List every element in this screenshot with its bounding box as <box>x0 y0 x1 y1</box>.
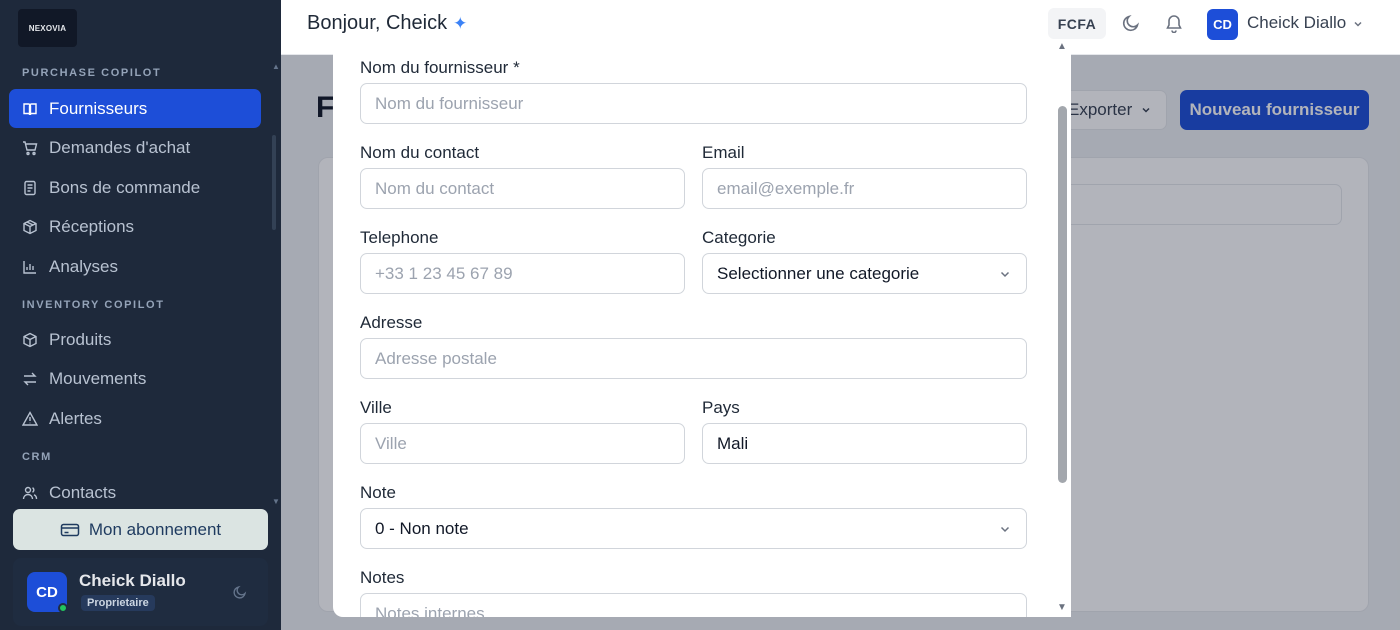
app-logo[interactable]: NEXOVIA <box>18 9 77 47</box>
sidebar-scroll-up-arrow[interactable]: ▲ <box>272 62 280 71</box>
email-field[interactable]: email@exemple.fr <box>702 168 1027 209</box>
section-title-purchase: PURCHASE COPILOT <box>22 67 162 79</box>
sidebar-item-mouvements[interactable]: Mouvements <box>9 359 261 398</box>
sidebar-item-alertes[interactable]: Alertes <box>9 399 261 438</box>
country-label: Pays <box>702 398 740 417</box>
currency-selector[interactable]: FCFA <box>1048 8 1106 39</box>
address-label: Adresse <box>360 313 423 332</box>
sidebar-item-label: Produits <box>49 329 112 349</box>
notes-textarea[interactable]: Notes internes... <box>360 593 1027 617</box>
sidebar-item-receptions[interactable]: Réceptions <box>9 207 261 246</box>
moon-icon[interactable] <box>1121 13 1141 33</box>
online-status-dot <box>58 603 68 613</box>
sidebar-item-label: Contacts <box>49 482 117 502</box>
sidebar-item-label: Mouvements <box>49 368 147 388</box>
warning-icon <box>22 410 38 427</box>
contact-name-input[interactable]: Nom du contact <box>360 168 685 209</box>
sidebar-item-analyses[interactable]: Analyses <box>9 247 261 286</box>
category-label: Categorie <box>702 228 776 247</box>
sidebar-item-produits[interactable]: Produits <box>9 320 261 359</box>
category-value: Selectionner une categorie <box>717 263 920 283</box>
chart-icon <box>22 259 38 275</box>
scroll-up-arrow[interactable]: ▲ <box>1056 41 1068 52</box>
phone-label: Telephone <box>360 228 439 247</box>
chevron-down-icon <box>998 267 1012 281</box>
avatar[interactable]: CD <box>1207 9 1238 40</box>
sidebar-item-demandes[interactable]: Demandes d'achat <box>9 128 261 167</box>
category-select[interactable]: Selectionner une categorie <box>702 253 1027 294</box>
sidebar-user-card[interactable]: CD Cheick Diallo Proprietaire <box>13 558 268 626</box>
subscription-button[interactable]: Mon abonnement <box>13 509 268 550</box>
subscription-label: Mon abonnement <box>88 519 222 539</box>
city-label: Ville <box>360 398 392 417</box>
users-icon <box>22 485 38 501</box>
bell-icon[interactable] <box>1164 13 1184 34</box>
rating-select[interactable]: 0 - Non note <box>360 508 1027 549</box>
scroll-down-arrow[interactable]: ▼ <box>1056 602 1068 613</box>
notes-label: Notes <box>360 568 405 587</box>
sidebar-item-label: Demandes d'achat <box>49 137 191 157</box>
email-label: Email <box>702 143 745 162</box>
supplier-name-input[interactable]: Nom du fournisseur <box>360 83 1027 124</box>
sidebar-item-label: Bons de commande <box>49 177 201 197</box>
greeting-text: Bonjour, Cheick <box>307 12 448 34</box>
country-input[interactable]: Mali <box>702 423 1027 464</box>
address-input[interactable]: Adresse postale <box>360 338 1027 379</box>
chevron-down-icon[interactable] <box>1352 17 1364 29</box>
arrows-icon <box>22 371 38 387</box>
moon-icon[interactable] <box>232 584 248 600</box>
sidebar-scroll-down-arrow[interactable]: ▼ <box>272 497 280 506</box>
sidebar-item-fournisseurs[interactable]: Fournisseurs <box>9 89 261 128</box>
sidebar-scrollbar[interactable] <box>272 135 276 230</box>
user-role-badge: Proprietaire <box>81 595 155 611</box>
city-input[interactable]: Ville <box>360 423 685 464</box>
greeting: Bonjour, Cheick ✦ <box>307 12 467 35</box>
section-title-inventory: INVENTORY COPILOT <box>22 299 165 311</box>
book-icon <box>22 101 38 117</box>
package-icon <box>22 219 38 235</box>
sidebar: NEXOVIA PURCHASE COPILOT Fournisseurs De… <box>0 0 281 630</box>
user-name: Cheick Diallo <box>79 571 186 590</box>
sidebar-item-label: Fournisseurs <box>49 98 148 118</box>
modal-scrollbar-thumb[interactable] <box>1058 106 1067 483</box>
credit-card-icon <box>60 522 80 538</box>
phone-input[interactable]: +33 1 23 45 67 89 <box>360 253 685 294</box>
cart-icon <box>22 140 38 156</box>
contact-name-label: Nom du contact <box>360 143 480 162</box>
chevron-down-icon <box>998 522 1012 536</box>
box-icon <box>22 332 38 348</box>
section-title-crm: CRM <box>22 451 52 463</box>
sidebar-item-bons[interactable]: Bons de commande <box>9 168 261 207</box>
topbar-user-name[interactable]: Cheick Diallo <box>1247 13 1346 33</box>
sidebar-item-contacts[interactable]: Contacts <box>9 473 261 512</box>
sidebar-item-label: Réceptions <box>49 216 135 236</box>
sidebar-item-label: Analyses <box>49 256 118 276</box>
sparkle-icon: ✦ <box>453 14 468 33</box>
rating-value: 0 - Non note <box>375 518 469 538</box>
new-supplier-modal: Nom du fournisseur * Nom du fournisseur … <box>333 39 1071 617</box>
sidebar-item-label: Alertes <box>49 408 102 428</box>
rating-label: Note <box>360 483 396 502</box>
supplier-name-label: Nom du fournisseur * <box>360 58 520 77</box>
document-icon <box>22 180 38 196</box>
